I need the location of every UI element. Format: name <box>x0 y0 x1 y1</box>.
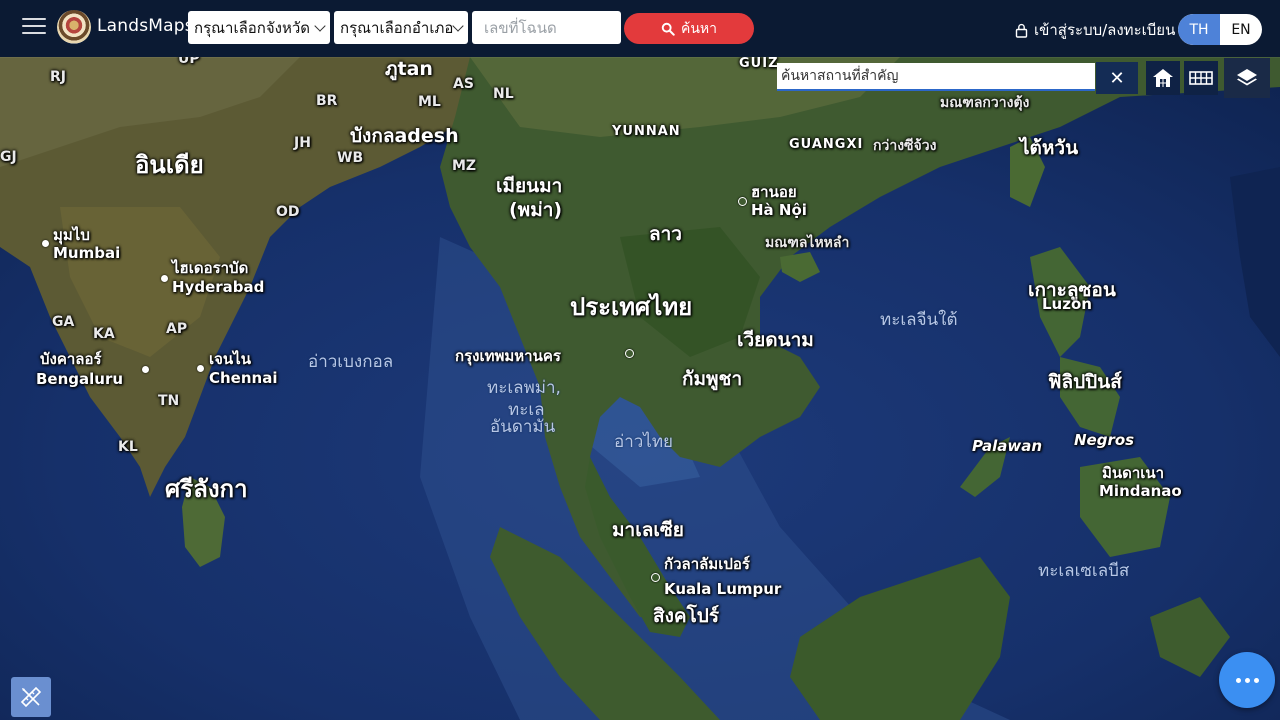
satellite-map[interactable]: RJ UP GJ BR ML AS NL JH WB MZ OD GA KA A… <box>0 57 1280 720</box>
map-label-nl: NL <box>493 86 514 102</box>
map-label-ka: KA <box>93 326 115 342</box>
city-marker-bengaluru <box>142 366 149 373</box>
map-label-luzon-en: Luzon <box>1042 295 1092 313</box>
map-label-malaysia: มาเลเซีย <box>612 519 684 541</box>
map-label-cambodia: กัมพูชา <box>682 368 743 390</box>
home-icon <box>1153 69 1173 87</box>
top-navbar: LandsMaps กรุณาเลือกจังหวัด กรุณาเลือกอำ… <box>0 0 1280 57</box>
lang-th-button[interactable]: TH <box>1178 14 1220 45</box>
grid-button[interactable] <box>1184 61 1218 95</box>
map-label-tn: TN <box>158 393 180 409</box>
map-label-hainan-th: มณฑลไหหลำ <box>765 235 850 251</box>
map-label-as: AS <box>453 76 474 92</box>
lang-en-button[interactable]: EN <box>1220 14 1262 45</box>
ruler-pencil-icon <box>20 686 42 708</box>
city-marker-hyderabad <box>161 275 168 282</box>
map-label-guangdong-th: มณฑลกวางตุ้ง <box>940 95 1030 111</box>
map-label-up: UP <box>178 57 200 67</box>
more-button[interactable] <box>1219 652 1275 708</box>
map-label-od: OD <box>276 204 300 220</box>
city-marker-kuala-lumpur <box>651 573 660 582</box>
landsmaps-logo[interactable] <box>57 10 91 44</box>
menu-icon[interactable] <box>22 18 46 36</box>
map-label-thailand: ประเทศไทย <box>570 293 693 321</box>
map-label-wb: WB <box>337 150 364 166</box>
search-icon <box>661 22 675 36</box>
map-label-mz: MZ <box>452 158 477 174</box>
map-label-hanoi-en: Hà Nội <box>751 201 807 219</box>
close-icon[interactable]: ✕ <box>1096 62 1138 94</box>
deed-number-input[interactable] <box>472 11 621 44</box>
map-label-kl-th: กัวลาลัมเปอร์ <box>664 555 750 573</box>
chevron-down-icon <box>452 19 464 32</box>
map-label-ga: GA <box>52 314 75 330</box>
map-label-br: BR <box>316 93 338 109</box>
map-label-hyderabad-th: ไฮเดอราบัด <box>172 259 249 277</box>
map-label-mindanao-en: Mindanao <box>1099 482 1182 500</box>
chevron-down-icon <box>314 19 326 32</box>
map-label-vietnam: เวียดนาม <box>737 329 814 351</box>
map-label-guangxi: GUANGXI <box>789 137 864 152</box>
map-label-bangkok: กรุงเทพมหานคร <box>455 347 561 365</box>
map-label-guizhou: GUIZ <box>739 57 779 71</box>
map-label-gj: GJ <box>0 149 17 165</box>
grid-icon <box>1189 71 1213 85</box>
measure-tool-button[interactable] <box>11 677 51 717</box>
map-label-hyderabad-en: Hyderabad <box>172 278 265 296</box>
map-label-kl: KL <box>118 439 138 455</box>
map-label-rj: RJ <box>50 69 66 85</box>
map-label-guangxi-th: กว่างซีจ้วง <box>873 138 937 154</box>
map-label-ap: AP <box>166 321 188 337</box>
map-label-andaman-3: อันดามัน <box>490 417 556 437</box>
language-toggle: TH EN <box>1178 14 1262 45</box>
province-select[interactable]: กรุณาเลือกจังหวัด <box>188 11 330 44</box>
search-button[interactable]: ค้นหา <box>624 13 754 44</box>
lock-icon <box>1015 23 1028 38</box>
map-label-laos: ลาว <box>649 223 682 245</box>
map-label-yunnan: YUNNAN <box>612 124 681 139</box>
city-marker-chennai <box>197 365 204 372</box>
map-label-kl-en: Kuala Lumpur <box>664 580 782 598</box>
login-label: เข้าสู่ระบบ/ลงทะเบียน <box>1034 21 1176 39</box>
brand-name[interactable]: LandsMaps <box>97 16 194 36</box>
map-label-bengaluru-en: Bengaluru <box>36 370 124 388</box>
map-label-chennai-th: เจนไน <box>209 350 251 368</box>
map-label-bengaluru-th: บังคาลอร์ <box>40 350 102 368</box>
map-label-bay-of-bengal: อ่าวเบงกอล <box>308 352 394 372</box>
map-label-ml: ML <box>418 94 441 110</box>
map-label-negros: Negros <box>1074 431 1135 449</box>
map-label-singapore: สิงคโปร์ <box>653 605 720 627</box>
search-button-label: ค้นหา <box>680 20 718 37</box>
map-label-taiwan: ไต้หวัน <box>1020 137 1079 159</box>
more-icon <box>1235 677 1241 683</box>
map-label-jh: JH <box>294 135 311 151</box>
city-marker-hanoi <box>738 197 747 206</box>
map-label-sri-lanka: ศรีลังกา <box>165 475 248 503</box>
map-label-bhutan: ภูtan <box>385 58 433 80</box>
map-label-palawan: Palawan <box>972 437 1043 455</box>
home-button[interactable] <box>1146 61 1180 95</box>
map-label-myanmar-paren: (พม่า) <box>509 199 563 221</box>
map-label-gulf-of-thailand: อ่าวไทย <box>614 432 674 452</box>
city-marker-mumbai <box>42 240 49 247</box>
map-label-south-china-sea: ทะเลจีนใต้ <box>880 310 958 330</box>
login-link[interactable]: เข้าสู่ระบบ/ลงทะเบียน <box>1015 18 1175 42</box>
province-select-value: กรุณาเลือกจังหวัด <box>194 18 311 37</box>
layers-button[interactable] <box>1224 58 1270 98</box>
map-label-chennai-en: Chennai <box>209 369 278 387</box>
map-label-india: อินเดีย <box>135 151 204 179</box>
district-select[interactable]: กรุณาเลือกอำเภอ <box>334 11 468 44</box>
district-select-value: กรุณาเลือกอำเภอ <box>340 18 454 37</box>
layers-icon <box>1237 69 1257 86</box>
map-label-philippines: ฟิลิปปินส์ <box>1048 371 1122 393</box>
map-label-mumbai-en: Mumbai <box>53 244 121 262</box>
map-label-bangladesh: บังกลadesh <box>350 125 459 147</box>
city-marker-bangkok <box>625 349 634 358</box>
map-label-celebes-sea: ทะเลเซเลบีส <box>1038 561 1130 581</box>
place-search-input[interactable] <box>777 63 1095 91</box>
